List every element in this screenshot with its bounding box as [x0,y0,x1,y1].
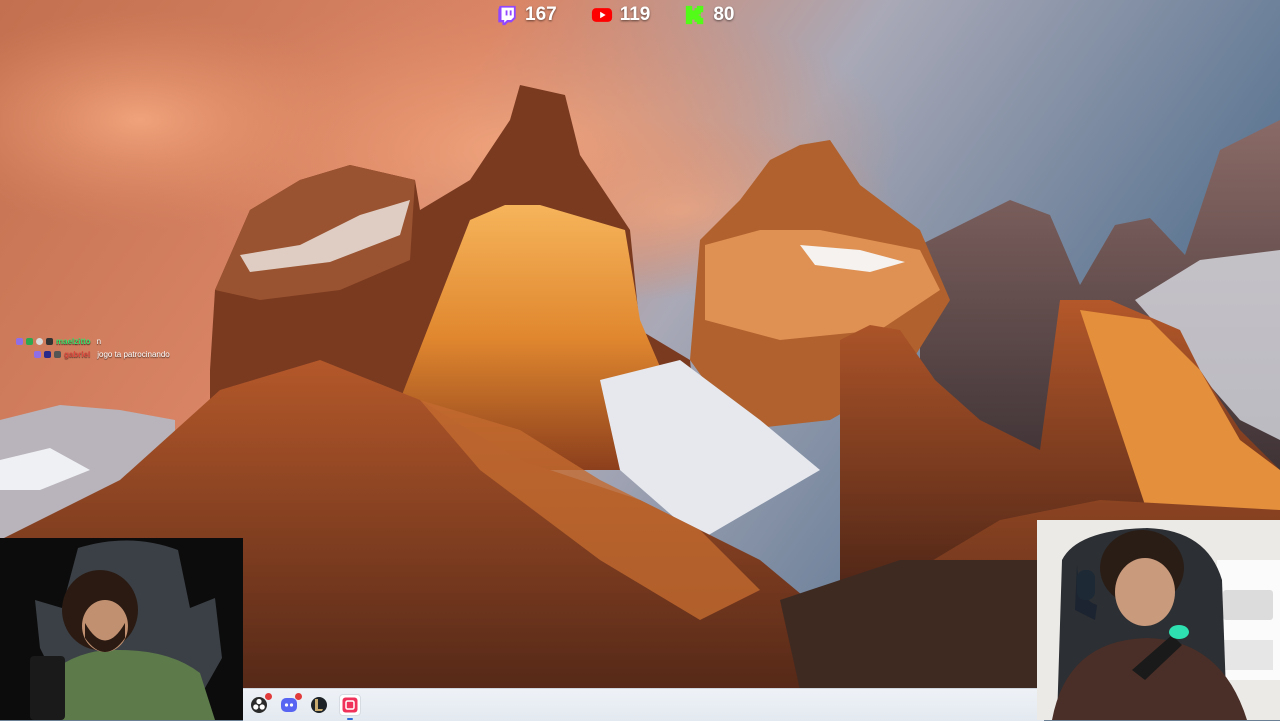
youtube-viewer-count: 119 [591,4,651,26]
streamer-camera-image [0,538,243,720]
chat-overlay: maelzitto n gabriel jogo ta patrocinando [16,335,170,361]
viewer-count-bar: 167 119 80 [496,2,735,28]
shield-badge-icon [46,338,53,345]
chat-message: maelzitto n [16,335,170,348]
webcam-right [1037,520,1280,720]
discord-app-icon[interactable] [279,693,302,715]
chat-text: jogo ta patrocinando [97,350,170,359]
youtube-count: 119 [619,4,651,25]
kick-viewer-count: 80 [684,4,735,26]
league-icon [311,697,327,713]
youtube-icon [591,8,612,22]
taskbar [243,688,1044,721]
check-badge-icon [26,338,33,345]
sub-badge-icon [16,338,23,345]
kick-icon [686,5,704,25]
mod-badge-icon [54,351,61,358]
webcam-left [0,538,243,720]
user-avatar-icon [36,338,43,345]
notification-dot [265,693,272,700]
league-app-icon[interactable] [309,695,329,715]
kick-count: 80 [713,4,735,25]
obs-app-icon[interactable] [249,693,272,715]
chat-text: n [96,337,102,346]
chat-username: gabriel [64,350,91,359]
streaming-app-icon[interactable] [339,694,361,720]
twitch-viewer-count: 167 [496,4,557,26]
twitch-count: 167 [525,4,557,25]
streamer-camera-image [1037,520,1280,720]
star-badge-icon [44,351,51,358]
streaming-icon [342,697,358,713]
chat-username: maelzitto [56,337,91,346]
sub-badge-icon [34,351,41,358]
discord-badge [295,693,302,700]
chat-message: gabriel jogo ta patrocinando [34,348,170,361]
twitch-icon [498,5,516,26]
